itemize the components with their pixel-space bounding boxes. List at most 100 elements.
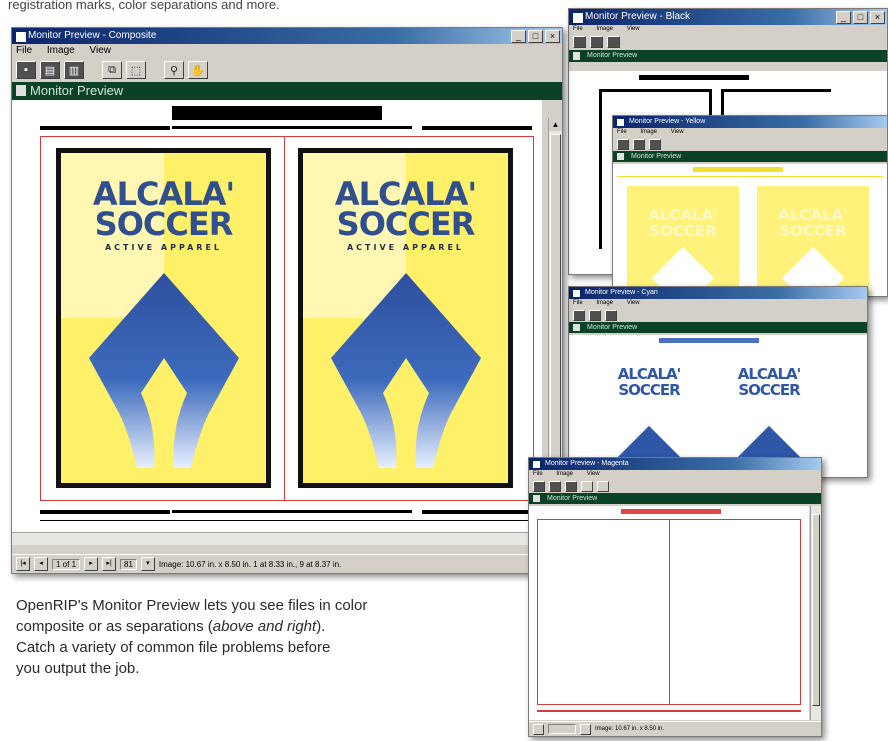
last-page-icon[interactable]: ▸| [102, 557, 117, 571]
menu-item-view[interactable]: View [671, 129, 684, 135]
minimize-icon[interactable]: _ [511, 30, 526, 43]
menu-item-image[interactable]: Image [640, 129, 657, 135]
zoom-icon[interactable]: ⚲ [164, 61, 184, 79]
trim-line-right [533, 136, 534, 500]
menubar: File Image View [12, 44, 562, 58]
window-title: Monitor Preview - Composite [28, 30, 157, 41]
maximize-icon[interactable]: □ [528, 30, 543, 43]
caption-line1: OpenRIP's Monitor Preview lets you see f… [16, 597, 368, 614]
window-yellow-separation[interactable]: Monitor Preview - Yellow File Image View… [612, 115, 888, 297]
panel-title: Monitor Preview [30, 83, 124, 98]
next-page-icon[interactable]: ▸ [84, 557, 99, 571]
menu-item-file[interactable]: File [573, 300, 583, 306]
top-caption: registration marks, color separations an… [8, 0, 280, 12]
composite-view-button[interactable] [573, 36, 586, 48]
titlebar[interactable]: Monitor Preview - Composite _ □ × [12, 28, 562, 44]
split-view-button[interactable] [605, 309, 617, 321]
split-view-button[interactable] [649, 138, 661, 150]
select-icon[interactable]: ⬚ [126, 61, 146, 79]
maximize-icon[interactable]: □ [853, 11, 868, 24]
menu-item-image[interactable]: Image [596, 300, 613, 306]
scroll-thumb[interactable] [812, 514, 820, 706]
scroll-arrow-icon[interactable]: ▲ [549, 118, 562, 131]
menu-item-image[interactable]: Image [596, 26, 613, 32]
prev-page-icon[interactable] [533, 723, 544, 735]
menu-item-file[interactable]: File [617, 129, 627, 135]
registration-bar-top-right [422, 126, 532, 130]
split-view-button[interactable] [607, 36, 620, 48]
titlebar[interactable]: Monitor Preview - Black _ □ × [569, 9, 887, 25]
horizontal-scrollbar[interactable] [12, 532, 548, 545]
panel-title: Monitor Preview [587, 52, 638, 59]
menu-item-image[interactable]: Image [47, 45, 75, 56]
next-page-icon[interactable] [580, 723, 591, 735]
composite-view-button[interactable] [617, 138, 629, 150]
panel-title: Monitor Preview [587, 324, 638, 331]
logo-mark [89, 273, 239, 468]
menu-item-image[interactable]: Image [556, 471, 573, 477]
caption-line2-italic: above and right [212, 618, 317, 635]
separation-view-button[interactable]: ▤ [40, 61, 60, 79]
minimize-icon[interactable]: _ [836, 11, 851, 24]
logo-tagline: ACTIVE APPAREL [104, 243, 223, 252]
menu-item-view[interactable]: View [89, 45, 111, 56]
menu-item-file[interactable]: File [533, 471, 543, 477]
menu-item-file[interactable]: File [16, 45, 32, 56]
plate-logo-line2: SOCCER [649, 222, 717, 240]
zoom-icon[interactable] [597, 480, 609, 492]
toolbar [569, 308, 867, 322]
preview-canvas[interactable] [529, 506, 809, 720]
preview-canvas[interactable]: ALCALA' SOCCER ALCALA' SOCCER [569, 335, 867, 477]
separation-view-button[interactable] [633, 138, 645, 150]
trim-line-bottom [40, 500, 534, 501]
split-view-button[interactable]: ▥ [64, 61, 84, 79]
prev-page-icon[interactable]: ◂ [34, 557, 48, 571]
copy-icon[interactable]: ⧉ [102, 61, 122, 79]
close-icon[interactable]: × [870, 11, 885, 24]
menu-item-view[interactable]: View [627, 26, 640, 32]
first-page-icon[interactable]: |◂ [16, 557, 30, 571]
registration-bar-bottom-left [40, 510, 170, 514]
app-icon [532, 460, 541, 469]
menu-item-view[interactable]: View [587, 471, 600, 477]
window-composite[interactable]: Monitor Preview - Composite _ □ × File I… [11, 27, 563, 574]
window-magenta-separation[interactable]: Monitor Preview - Magenta File Image Vie… [528, 457, 822, 737]
titlebar[interactable]: Monitor Preview - Cyan [569, 287, 867, 299]
yellow-plate-left: ALCALA' SOCCER [627, 186, 739, 296]
close-icon[interactable]: × [545, 30, 560, 43]
composite-view-button[interactable]: ▪ [16, 61, 36, 79]
scroll-thumb[interactable] [550, 134, 561, 496]
separation-view-button[interactable] [590, 36, 603, 48]
window-title: Monitor Preview - Cyan [585, 289, 658, 296]
composite-view-button[interactable] [533, 480, 545, 492]
zoom-dropdown-icon[interactable]: ▾ [140, 557, 155, 571]
separation-view-button[interactable] [589, 309, 601, 321]
preview-canvas[interactable]: ALCALA' SOCCER ALCALA' SOCCER [613, 164, 887, 296]
menu-item-view[interactable]: View [627, 300, 640, 306]
vertical-scrollbar[interactable] [810, 506, 821, 720]
titlebar[interactable]: Monitor Preview - Yellow [613, 116, 887, 128]
app-icon [572, 12, 584, 24]
split-view-button[interactable] [565, 480, 577, 492]
composite-view-button[interactable] [573, 309, 585, 321]
job-info-bar [172, 106, 382, 120]
reg-line-bottom [537, 710, 801, 712]
hand-icon[interactable]: ✋ [188, 61, 208, 79]
menubar: File Image View [529, 470, 821, 479]
trim-line-bottom [537, 704, 801, 705]
panel-header: Monitor Preview [529, 493, 821, 504]
menubar: File Image View [569, 299, 867, 308]
separation-view-button[interactable] [549, 480, 561, 492]
caption-line2: composite or as separations (above and r… [16, 616, 396, 637]
preview-canvas[interactable]: ALCALA' SOCCER ACTIVE APPAREL ALCALA' SO… [12, 100, 542, 544]
trim-line-left [537, 519, 538, 704]
document-icon [533, 495, 540, 502]
zoom-field[interactable]: 81 [120, 558, 137, 570]
page-indicator [548, 724, 576, 734]
toolbar [613, 137, 887, 151]
menu-item-file[interactable]: File [573, 26, 583, 32]
window-cyan-separation[interactable]: Monitor Preview - Cyan File Image View M… [568, 286, 868, 478]
titlebar[interactable]: Monitor Preview - Magenta [529, 458, 821, 470]
copy-icon[interactable] [581, 480, 593, 492]
document-icon [617, 153, 624, 160]
